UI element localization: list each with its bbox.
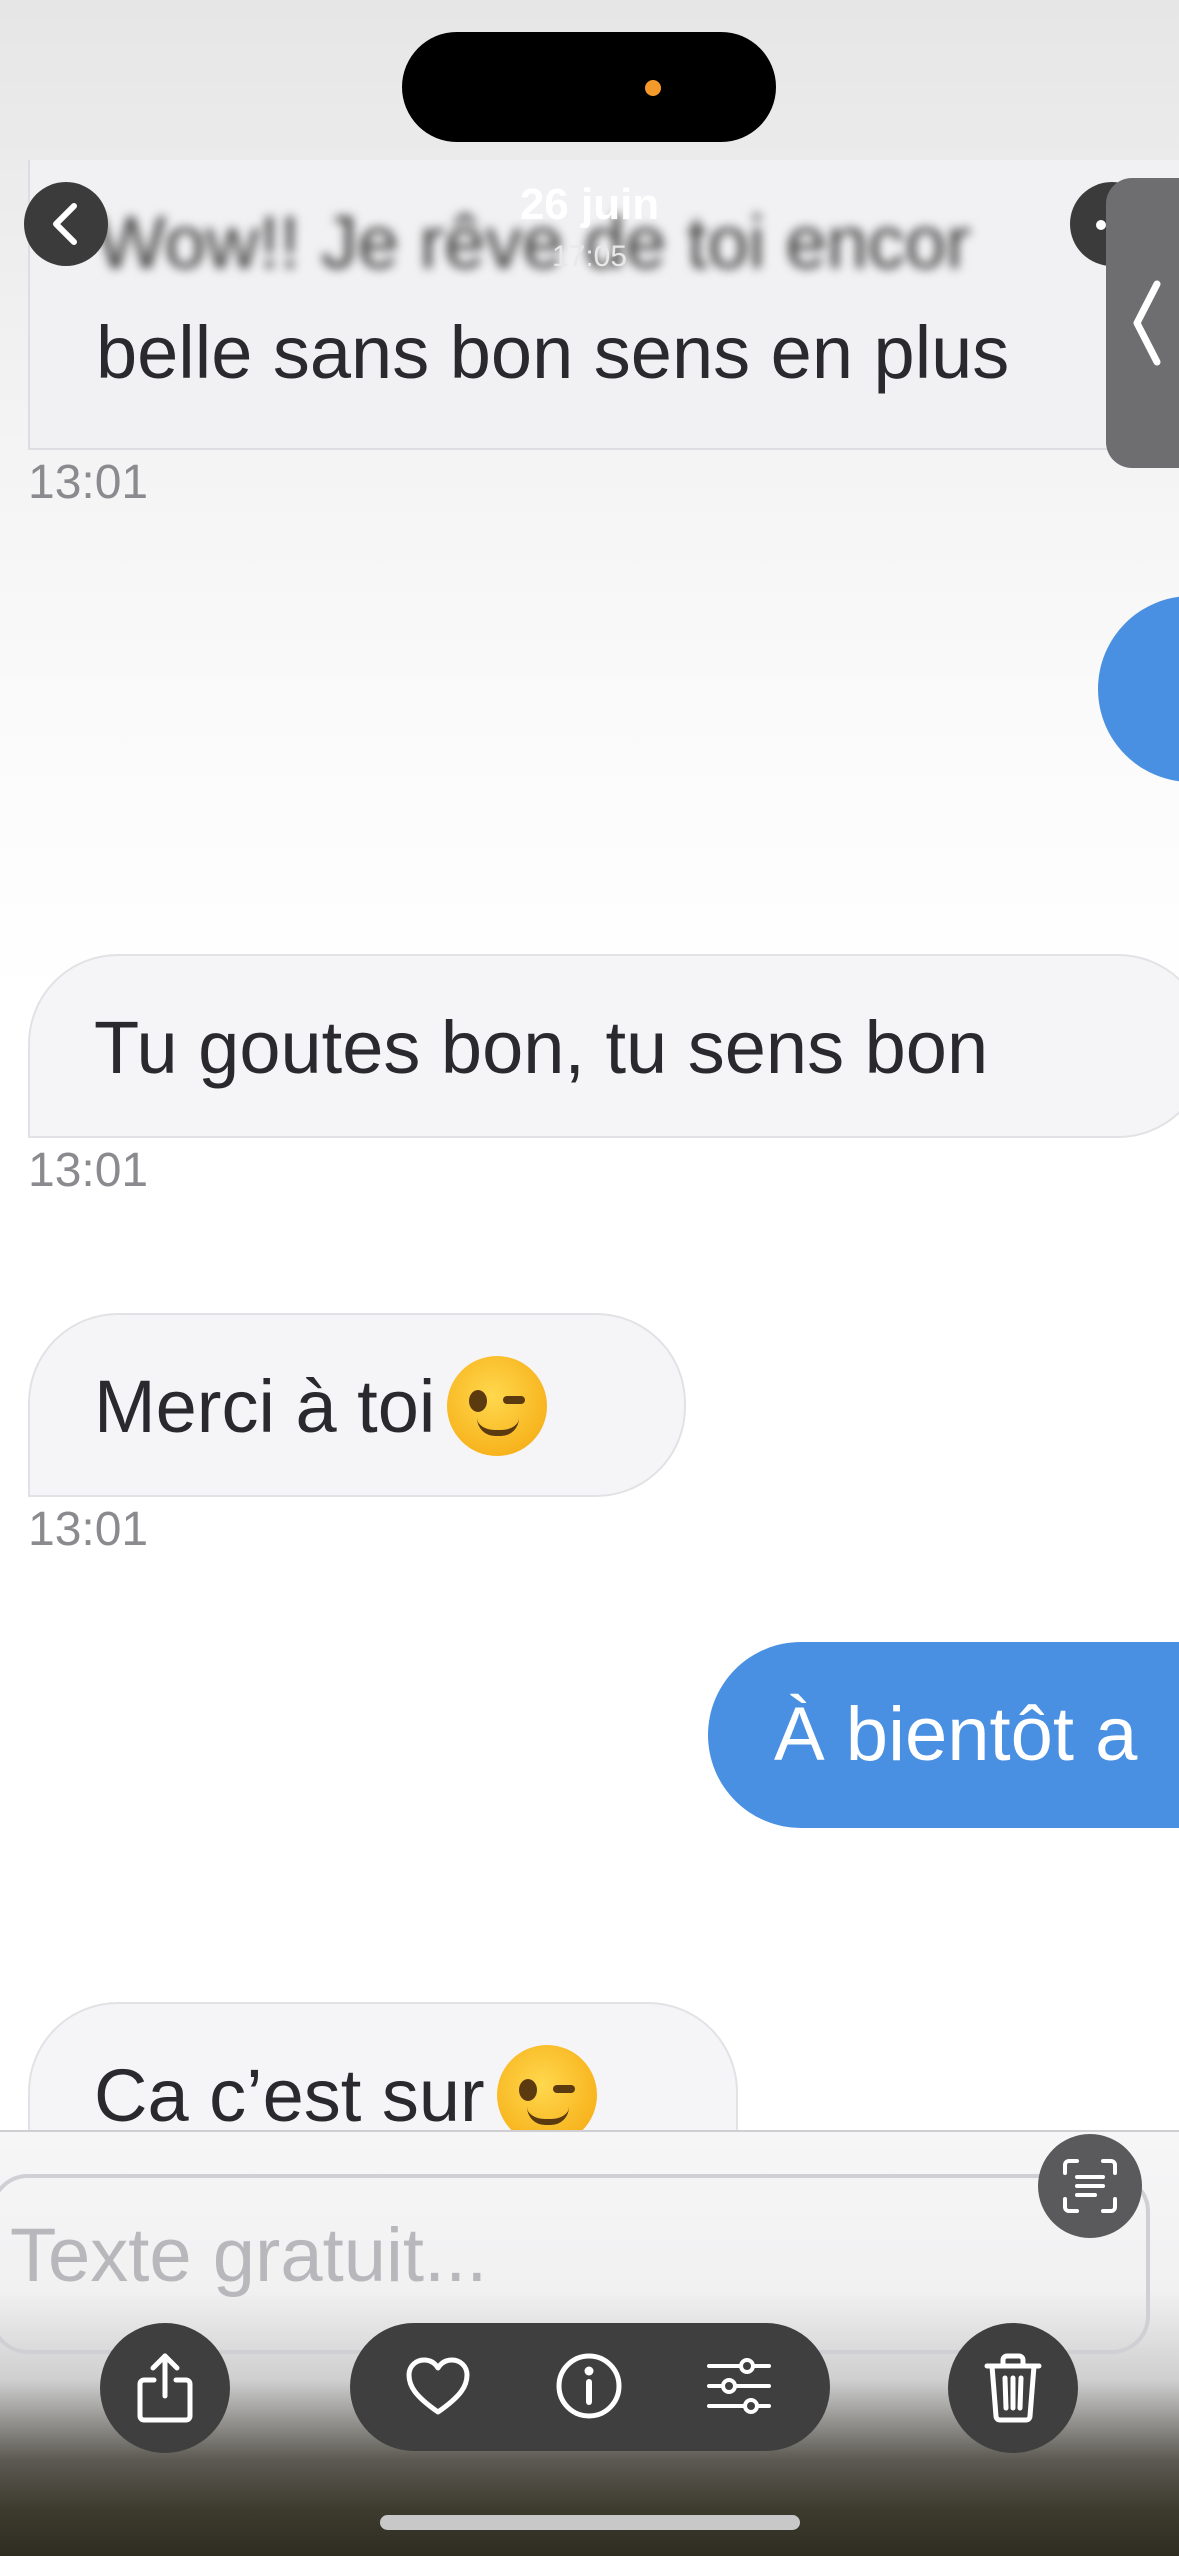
photo-viewer-screen: Wow!! Je rêve de toi encor belle sans bo… — [0, 0, 1179, 2556]
message-bubble-incoming: Tu goutes bon, tu sens bon — [28, 954, 1179, 1138]
message-bubble-outgoing — [1098, 596, 1179, 782]
message-text: belle sans bon sens en plus — [96, 311, 1010, 394]
chevron-left-icon — [1133, 280, 1161, 366]
live-text-button[interactable] — [1038, 2134, 1142, 2238]
photo-date: 26 juin — [519, 180, 660, 229]
message-time: 13:01 — [28, 456, 149, 509]
photo-time: 17:05 — [551, 240, 628, 273]
privacy-indicator-dot — [645, 80, 661, 96]
dynamic-island — [402, 32, 776, 142]
edit-button[interactable] — [684, 2331, 794, 2441]
share-button[interactable] — [100, 2323, 230, 2453]
side-panel-tab[interactable] — [1106, 178, 1179, 468]
heart-icon — [406, 2357, 470, 2415]
favorite-button[interactable] — [383, 2331, 493, 2441]
winking-face-emoji — [447, 1356, 548, 1457]
message-text: Ca c’est sur — [94, 2054, 485, 2137]
delete-button[interactable] — [948, 2323, 1078, 2453]
scan-text-icon — [1063, 2159, 1117, 2213]
sliders-icon — [707, 2358, 771, 2414]
message-time: 13:01 — [28, 1503, 149, 1556]
trash-icon — [984, 2353, 1042, 2423]
share-icon — [137, 2353, 193, 2423]
message-bubble-outgoing: À bientôt a — [708, 1642, 1179, 1828]
caption-placeholder: Texte gratuit... — [10, 2213, 488, 2298]
message-text: À bientôt a — [774, 1692, 1138, 1777]
more-icon — [1096, 220, 1106, 230]
divider — [0, 2130, 1179, 2132]
message-text: Merci à toi — [94, 1365, 436, 1448]
home-indicator — [380, 2515, 800, 2530]
info-icon — [556, 2353, 622, 2419]
message-text: Tu goutes bon, tu sens bon — [94, 1006, 989, 1089]
message-time: 13:01 — [28, 1144, 149, 1197]
message-bubble-incoming: Merci à toi — [28, 1313, 686, 1497]
info-button[interactable] — [534, 2331, 644, 2441]
